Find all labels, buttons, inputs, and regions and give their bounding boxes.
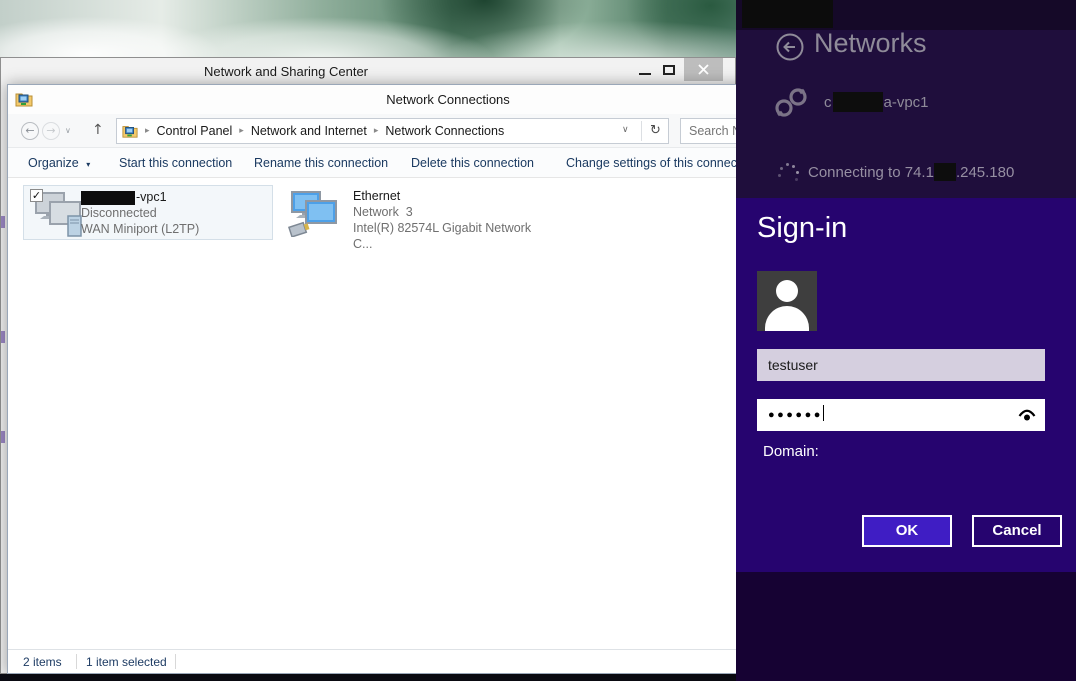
ethernet-connection-icon — [288, 189, 344, 237]
connection-network: Network 3 — [353, 204, 539, 220]
start-connection-command[interactable]: Start this connection — [119, 148, 232, 178]
connecting-status-text: Connecting to 74.1.245.180 — [808, 163, 1076, 181]
nsc-titlebar[interactable]: Network and Sharing Center — [1, 58, 735, 85]
signin-section: Sign-in testuser ●●●●●● Domain: OK Cance… — [736, 198, 1076, 572]
network-folder-icon — [122, 123, 138, 139]
avatar — [757, 271, 817, 331]
password-mask: ●●●●●● — [757, 399, 823, 431]
clipped-icon-fragment — [1, 216, 5, 228]
signin-title: Sign-in — [757, 212, 847, 245]
close-button[interactable] — [684, 58, 723, 81]
change-settings-command[interactable]: Change settings of this connection — [566, 148, 757, 178]
panel-title: Networks — [814, 28, 927, 59]
delete-connection-command[interactable]: Delete this connection — [411, 148, 534, 178]
recent-pages-chevron-icon[interactable]: ∨ — [65, 126, 71, 135]
back-icon[interactable]: ← — [21, 122, 39, 140]
vpn-network-item[interactable]: ca-vpc1 — [772, 84, 929, 120]
chevron-down-icon: ▾ — [86, 160, 90, 169]
connection-device: Intel(R) 82574L Gigabit Network C... — [353, 220, 539, 252]
rename-connection-command[interactable]: Rename this connection — [254, 148, 388, 178]
crumb-separator-icon: ▸ — [145, 126, 150, 136]
connection-name: -vpc1 — [81, 189, 199, 205]
minimize-icon[interactable] — [639, 73, 651, 75]
redaction-box — [934, 163, 956, 181]
up-icon[interactable]: ↑ — [92, 122, 104, 138]
forward-icon[interactable]: → — [42, 122, 60, 140]
connection-item-vpn[interactable]: ✓ -vpc1 Disconnected WAN Miniport (L2TP) — [23, 185, 273, 240]
desktop: Network and Sharing Center Network Conne… — [0, 0, 1076, 681]
redaction-box — [81, 191, 135, 205]
clipped-icon-fragment — [1, 331, 5, 343]
connection-name: Ethernet — [353, 188, 539, 204]
panel-top-section: Networks ca-vpc1 Connectin — [736, 0, 1076, 198]
reveal-password-icon[interactable] — [1018, 408, 1036, 422]
crumb-separator-icon: ▸ — [239, 126, 244, 136]
refresh-icon[interactable]: ↻ — [650, 123, 661, 138]
spinner-icon — [776, 162, 800, 186]
breadcrumb-control-panel[interactable]: Control Panel — [157, 124, 233, 138]
breadcrumb: ▸ Control Panel ▸ Network and Internet ▸… — [122, 119, 504, 143]
connection-device: WAN Miniport (L2TP) — [81, 221, 199, 237]
password-field[interactable]: ●●●●●● — [757, 399, 1045, 431]
selected-checkbox[interactable]: ✓ — [30, 189, 43, 202]
redaction-box — [833, 92, 883, 112]
domain-label: Domain: — [763, 443, 819, 460]
close-icon — [698, 64, 709, 75]
redaction-box — [742, 0, 833, 28]
breadcrumb-network-and-internet[interactable]: Network and Internet — [251, 124, 367, 138]
address-dropdown-icon[interactable]: ∨ — [622, 125, 629, 135]
nsc-window-title: Network and Sharing Center — [161, 64, 411, 79]
status-separator — [175, 654, 176, 669]
selected-count: 1 item selected — [86, 655, 167, 669]
address-box[interactable]: ▸ Control Panel ▸ Network and Internet ▸… — [116, 118, 669, 144]
username-field[interactable]: testuser — [757, 349, 1045, 381]
divider — [641, 121, 642, 141]
avatar-head — [776, 280, 798, 302]
vpn-name: ca-vpc1 — [824, 92, 929, 112]
breadcrumb-network-connections[interactable]: Network Connections — [385, 124, 504, 138]
connection-item-ethernet[interactable]: Ethernet Network 3 Intel(R) 82574L Gigab… — [284, 185, 539, 240]
clipped-icon-fragment — [1, 431, 5, 443]
text-cursor — [823, 405, 825, 421]
connection-status: Disconnected — [81, 205, 199, 221]
connection-item-text: Ethernet Network 3 Intel(R) 82574L Gigab… — [353, 188, 539, 252]
networks-flyout-panel: Networks ca-vpc1 Connectin — [736, 0, 1076, 681]
username-value: testuser — [757, 349, 1045, 381]
maximize-icon[interactable] — [663, 65, 675, 75]
status-separator — [76, 654, 77, 669]
cancel-button[interactable]: Cancel — [972, 515, 1062, 547]
crumb-separator-icon: ▸ — [374, 126, 379, 136]
items-count: 2 items — [23, 655, 62, 669]
vpn-icon — [772, 84, 810, 120]
organize-label: Organize — [28, 156, 79, 170]
avatar-body — [765, 306, 809, 331]
ok-button[interactable]: OK — [862, 515, 952, 547]
organize-menu[interactable]: Organize ▾ — [28, 148, 90, 178]
connection-item-text: -vpc1 Disconnected WAN Miniport (L2TP) — [81, 189, 199, 237]
back-button[interactable] — [776, 33, 804, 61]
panel-bottom-section — [736, 572, 1076, 681]
